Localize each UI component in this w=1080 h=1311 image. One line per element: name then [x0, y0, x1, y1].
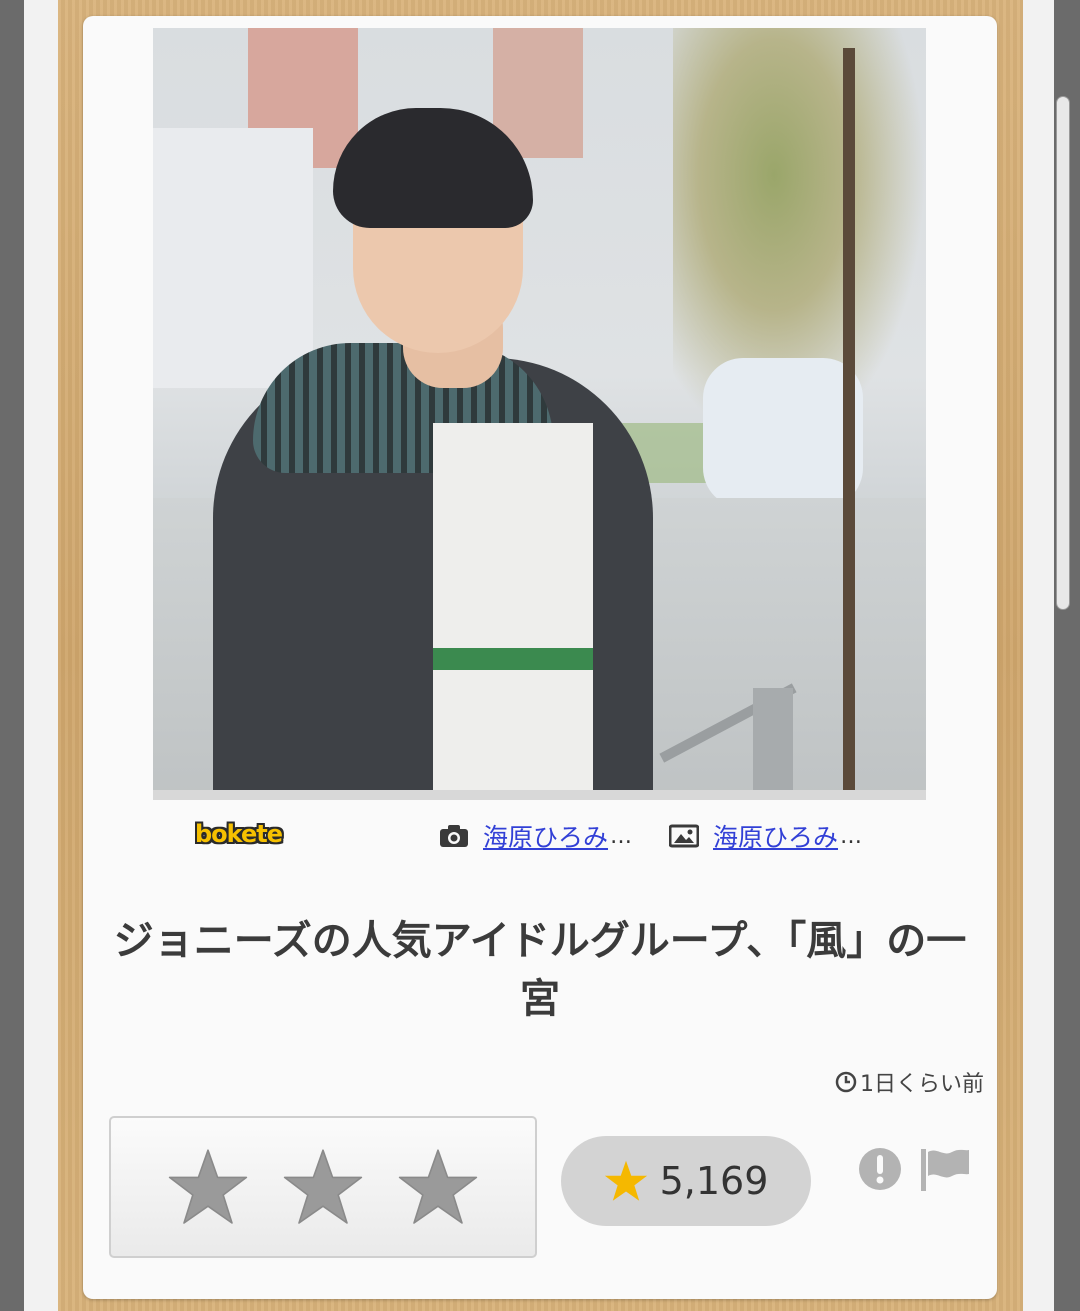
rate-star-3-icon[interactable]: [398, 1147, 478, 1227]
rate-star-2-icon[interactable]: [283, 1147, 363, 1227]
post-time: 1日くらい前: [835, 1066, 984, 1098]
report-alert-icon[interactable]: [857, 1146, 903, 1192]
rating-stars-box: [109, 1116, 537, 1258]
photographer-credit: 海原ひろみ …: [439, 818, 632, 854]
time-ago-label: 1日くらい前: [860, 1072, 984, 1097]
camera-icon: [440, 825, 468, 847]
photographer-ellipsis: …: [610, 823, 633, 849]
clock-icon: [835, 1071, 857, 1093]
flag-icon[interactable]: [919, 1146, 971, 1192]
bokete-logo[interactable]: bokete: [195, 820, 283, 848]
image-icon: [669, 824, 699, 848]
post-photo[interactable]: [153, 28, 926, 800]
scrollbar-thumb[interactable]: [1056, 96, 1070, 610]
rate-star-1-icon[interactable]: [168, 1147, 248, 1227]
post-title: ジョニーズの人気アイドルグループ、「風」の一宮: [113, 918, 967, 1022]
image-owner-ellipsis: …: [840, 823, 863, 849]
photo-footer: bokete 海原ひろみ … 海原ひろみ …: [153, 812, 926, 858]
score-badge[interactable]: 5,169: [561, 1136, 811, 1226]
score-count: 5,169: [659, 1159, 769, 1203]
image-owner-link[interactable]: 海原ひろみ: [713, 818, 838, 854]
gold-star-icon: [604, 1160, 647, 1201]
image-credit: 海原ひろみ …: [669, 818, 862, 854]
photographer-link[interactable]: 海原ひろみ: [483, 818, 608, 854]
